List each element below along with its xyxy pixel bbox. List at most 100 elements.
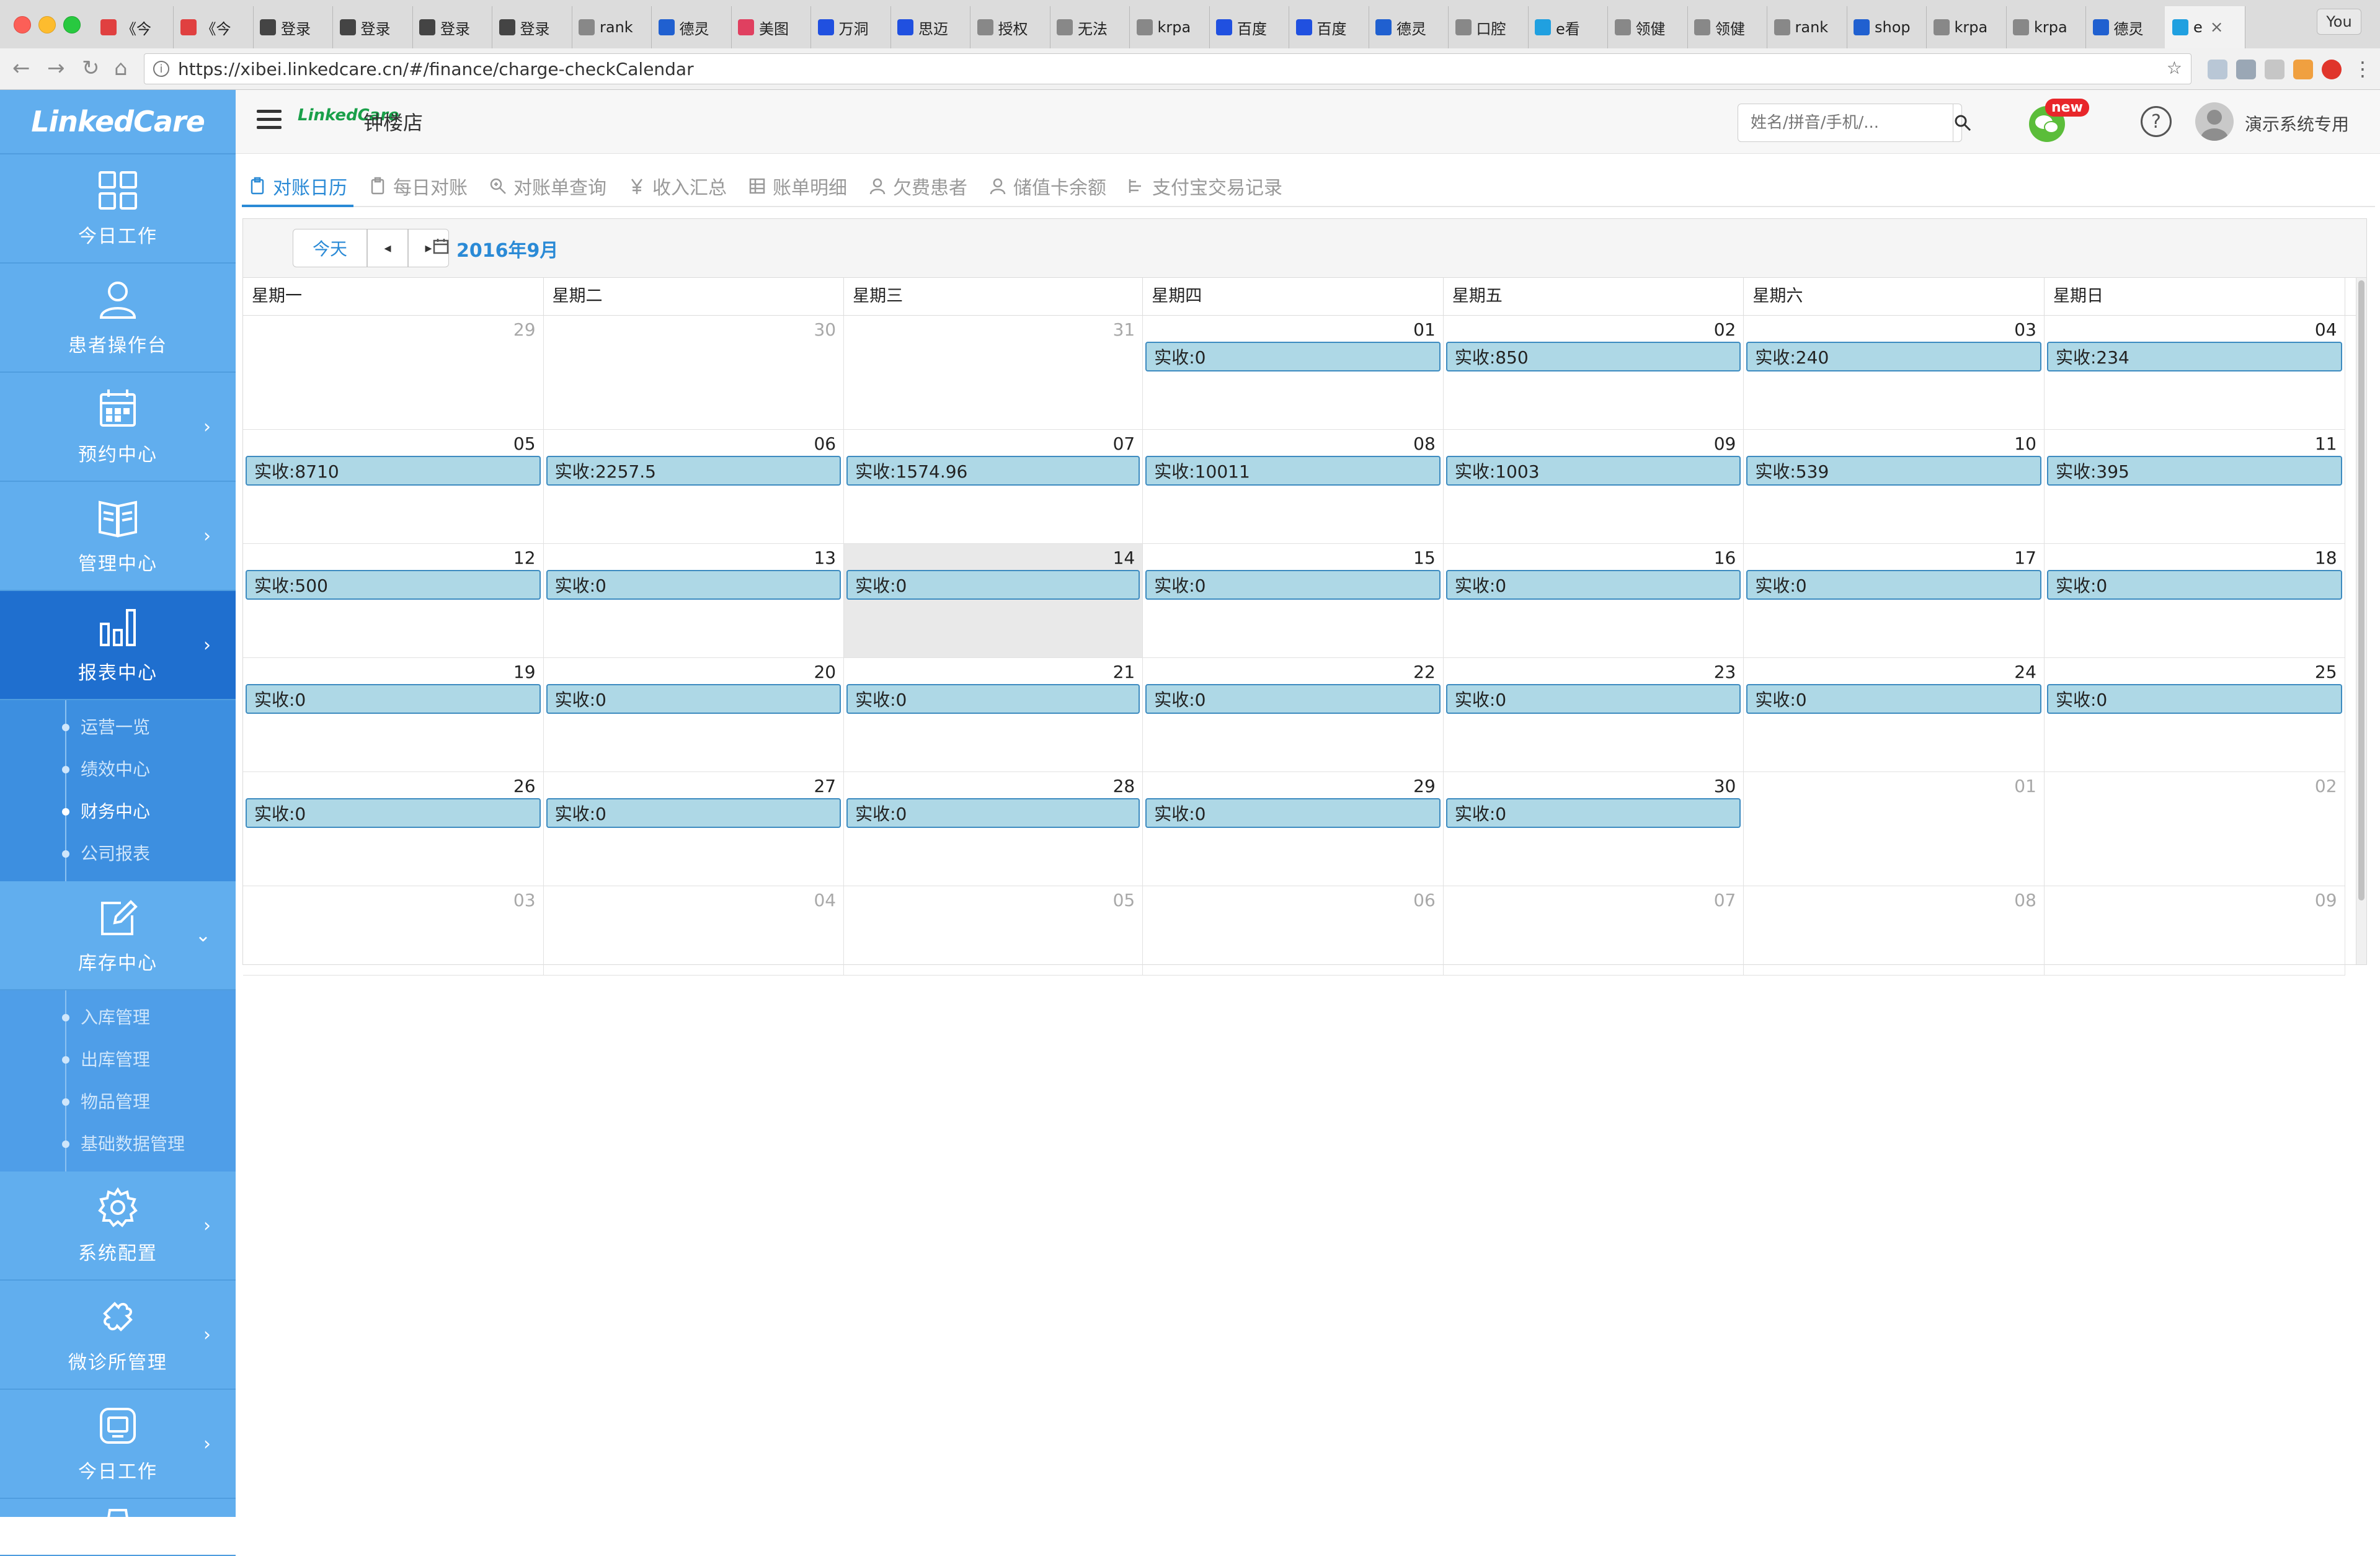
received-amount-event[interactable]: 实收:234 bbox=[2046, 342, 2342, 371]
info-icon[interactable]: i bbox=[153, 61, 169, 77]
day-cell[interactable]: 13 实收:0 bbox=[543, 544, 845, 658]
day-cell[interactable]: 04 实收:234 bbox=[2044, 316, 2345, 430]
day-cell[interactable]: 08 实收:10011 bbox=[1143, 430, 1444, 544]
received-amount-event[interactable]: 实收:8710 bbox=[246, 456, 541, 486]
day-cell[interactable]: 01 bbox=[1744, 772, 2045, 886]
tab-statement-query[interactable]: 对账单查询 bbox=[482, 167, 613, 205]
day-cell[interactable]: 02 bbox=[2044, 772, 2345, 886]
submenu-finance-center[interactable]: 财务中心 bbox=[0, 791, 236, 833]
day-cell[interactable]: 12 实收:500 bbox=[243, 544, 544, 658]
received-amount-event[interactable]: 实收:0 bbox=[1145, 342, 1441, 371]
received-amount-event[interactable]: 实收:0 bbox=[2046, 684, 2342, 714]
received-amount-event[interactable]: 实收:0 bbox=[1145, 570, 1441, 600]
day-cell[interactable]: 09 实收:1003 bbox=[1443, 430, 1744, 544]
scrollbar-thumb[interactable] bbox=[2358, 280, 2364, 900]
received-amount-event[interactable]: 实收:0 bbox=[2046, 570, 2342, 600]
received-amount-event[interactable]: 实收:0 bbox=[1746, 570, 2041, 600]
browser-tab[interactable]: rank bbox=[571, 6, 652, 48]
browser-tab[interactable]: krpa bbox=[1129, 6, 1210, 48]
browser-tab[interactable]: 登录 bbox=[332, 6, 413, 48]
tab-bill-details[interactable]: 账单明细 bbox=[742, 167, 853, 205]
browser-tab[interactable]: e看 bbox=[1527, 6, 1608, 48]
browser-tab[interactable]: 无法 bbox=[1049, 6, 1130, 48]
received-amount-event[interactable]: 实收:850 bbox=[1445, 342, 1741, 371]
received-amount-event[interactable]: 实收:500 bbox=[246, 570, 541, 600]
day-cell[interactable]: 21 实收:0 bbox=[844, 658, 1143, 772]
day-cell[interactable]: 04 bbox=[543, 886, 845, 976]
extension-opera-icon[interactable] bbox=[2322, 60, 2342, 79]
day-cell[interactable]: 02 实收:850 bbox=[1443, 316, 1744, 430]
received-amount-event[interactable]: 实收:0 bbox=[546, 570, 841, 600]
day-cell[interactable]: 22 实收:0 bbox=[1143, 658, 1444, 772]
day-cell[interactable]: 28 实收:0 bbox=[844, 772, 1143, 886]
browser-tab[interactable]: 授权 bbox=[970, 6, 1050, 48]
day-cell[interactable]: 20 实收:0 bbox=[543, 658, 845, 772]
back-icon[interactable]: ← bbox=[12, 56, 30, 81]
nav-today-work[interactable]: 今日工作 bbox=[0, 154, 236, 264]
day-cell[interactable]: 03 实收:240 bbox=[1744, 316, 2045, 430]
received-amount-event[interactable]: 实收:0 bbox=[1445, 684, 1741, 714]
day-cell[interactable]: 05 实收:8710 bbox=[243, 430, 544, 544]
day-cell[interactable]: 25 实收:0 bbox=[2044, 658, 2345, 772]
received-amount-event[interactable]: 实收:0 bbox=[246, 684, 541, 714]
received-amount-event[interactable]: 实收:0 bbox=[846, 570, 1140, 600]
day-cell[interactable]: 31 bbox=[844, 316, 1143, 430]
tab-check-calendar[interactable]: 对账日历 bbox=[242, 167, 353, 207]
browser-tab[interactable]: rank bbox=[1767, 6, 1847, 48]
received-amount-event[interactable]: 实收:1574.96 bbox=[846, 456, 1140, 486]
submenu-base-data[interactable]: 基础数据管理 bbox=[0, 1123, 236, 1165]
day-cell[interactable]: 15 实收:0 bbox=[1143, 544, 1444, 658]
close-window-button[interactable] bbox=[14, 16, 31, 33]
extension-window-icon[interactable] bbox=[2265, 60, 2285, 79]
nav-appointment-center[interactable]: 预约中心 › bbox=[0, 373, 236, 482]
browser-tab[interactable]: 万洞 bbox=[810, 6, 891, 48]
browser-menu-icon[interactable]: ⋮ bbox=[2353, 57, 2373, 81]
day-cell[interactable]: 18 实收:0 bbox=[2044, 544, 2345, 658]
nav-more[interactable] bbox=[0, 1499, 236, 1556]
browser-tab[interactable]: 登录 bbox=[492, 6, 572, 48]
url-field[interactable]: i https://xibei.linkedcare.cn/#/finance/… bbox=[144, 53, 2191, 84]
help-icon[interactable]: ? bbox=[2141, 106, 2172, 137]
submenu-items[interactable]: 物品管理 bbox=[0, 1081, 236, 1123]
day-cell[interactable]: 29 bbox=[243, 316, 544, 430]
day-cell[interactable]: 17 实收:0 bbox=[1744, 544, 2045, 658]
day-cell[interactable]: 01 实收:0 bbox=[1143, 316, 1444, 430]
submenu-operations-overview[interactable]: 运营一览 bbox=[0, 706, 236, 749]
day-cell[interactable]: 23 实收:0 bbox=[1443, 658, 1744, 772]
browser-tab[interactable]: 领健 bbox=[1687, 6, 1767, 48]
browser-tab[interactable]: e × bbox=[2165, 6, 2245, 48]
tab-arrears-patients[interactable]: 欠费患者 bbox=[862, 167, 974, 205]
bookmark-star-icon[interactable]: ☆ bbox=[2167, 58, 2182, 78]
received-amount-event[interactable]: 实收:240 bbox=[1746, 342, 2041, 371]
tab-alipay-records[interactable]: 支付宝交易记录 bbox=[1121, 167, 1289, 205]
search-button[interactable] bbox=[1953, 104, 1972, 141]
received-amount-event[interactable]: 实收:0 bbox=[846, 798, 1140, 828]
day-cell[interactable]: 10 实收:539 bbox=[1744, 430, 2045, 544]
browser-tab[interactable]: 《今 bbox=[173, 6, 254, 48]
day-cell[interactable]: 24 实收:0 bbox=[1744, 658, 2045, 772]
reload-icon[interactable]: ↻ bbox=[82, 56, 100, 81]
submenu-stock-in[interactable]: 入库管理 bbox=[0, 997, 236, 1039]
browser-tab[interactable]: krpa bbox=[2005, 6, 2086, 48]
browser-tab[interactable]: 登录 bbox=[252, 6, 333, 48]
browser-tab[interactable]: 德灵 bbox=[2085, 6, 2166, 48]
day-cell[interactable]: 26 实收:0 bbox=[243, 772, 544, 886]
browser-tab[interactable]: 美图 bbox=[730, 6, 811, 48]
received-amount-event[interactable]: 实收:539 bbox=[1746, 456, 2041, 486]
forward-icon[interactable]: → bbox=[47, 56, 65, 81]
browser-tab[interactable]: shop bbox=[1846, 6, 1927, 48]
home-icon[interactable]: ⌂ bbox=[114, 56, 128, 81]
received-amount-event[interactable]: 实收:0 bbox=[1445, 798, 1741, 828]
received-amount-event[interactable]: 实收:0 bbox=[546, 798, 841, 828]
profile-button[interactable]: You bbox=[2317, 9, 2361, 35]
day-cell[interactable]: 06 实收:2257.5 bbox=[543, 430, 845, 544]
received-amount-event[interactable]: 实收:0 bbox=[1746, 684, 2041, 714]
day-cell[interactable]: 05 bbox=[844, 886, 1143, 976]
today-button[interactable]: 今天 bbox=[293, 229, 367, 267]
brand-logo[interactable]: LinkedCare bbox=[0, 90, 236, 154]
browser-tab[interactable]: 《今 bbox=[93, 6, 174, 48]
extension-shield-icon[interactable] bbox=[2208, 60, 2227, 79]
browser-tab[interactable]: 德灵 bbox=[1368, 6, 1449, 48]
received-amount-event[interactable]: 实收:0 bbox=[1145, 798, 1441, 828]
nav-today-work-2[interactable]: 今日工作 › bbox=[0, 1390, 236, 1499]
